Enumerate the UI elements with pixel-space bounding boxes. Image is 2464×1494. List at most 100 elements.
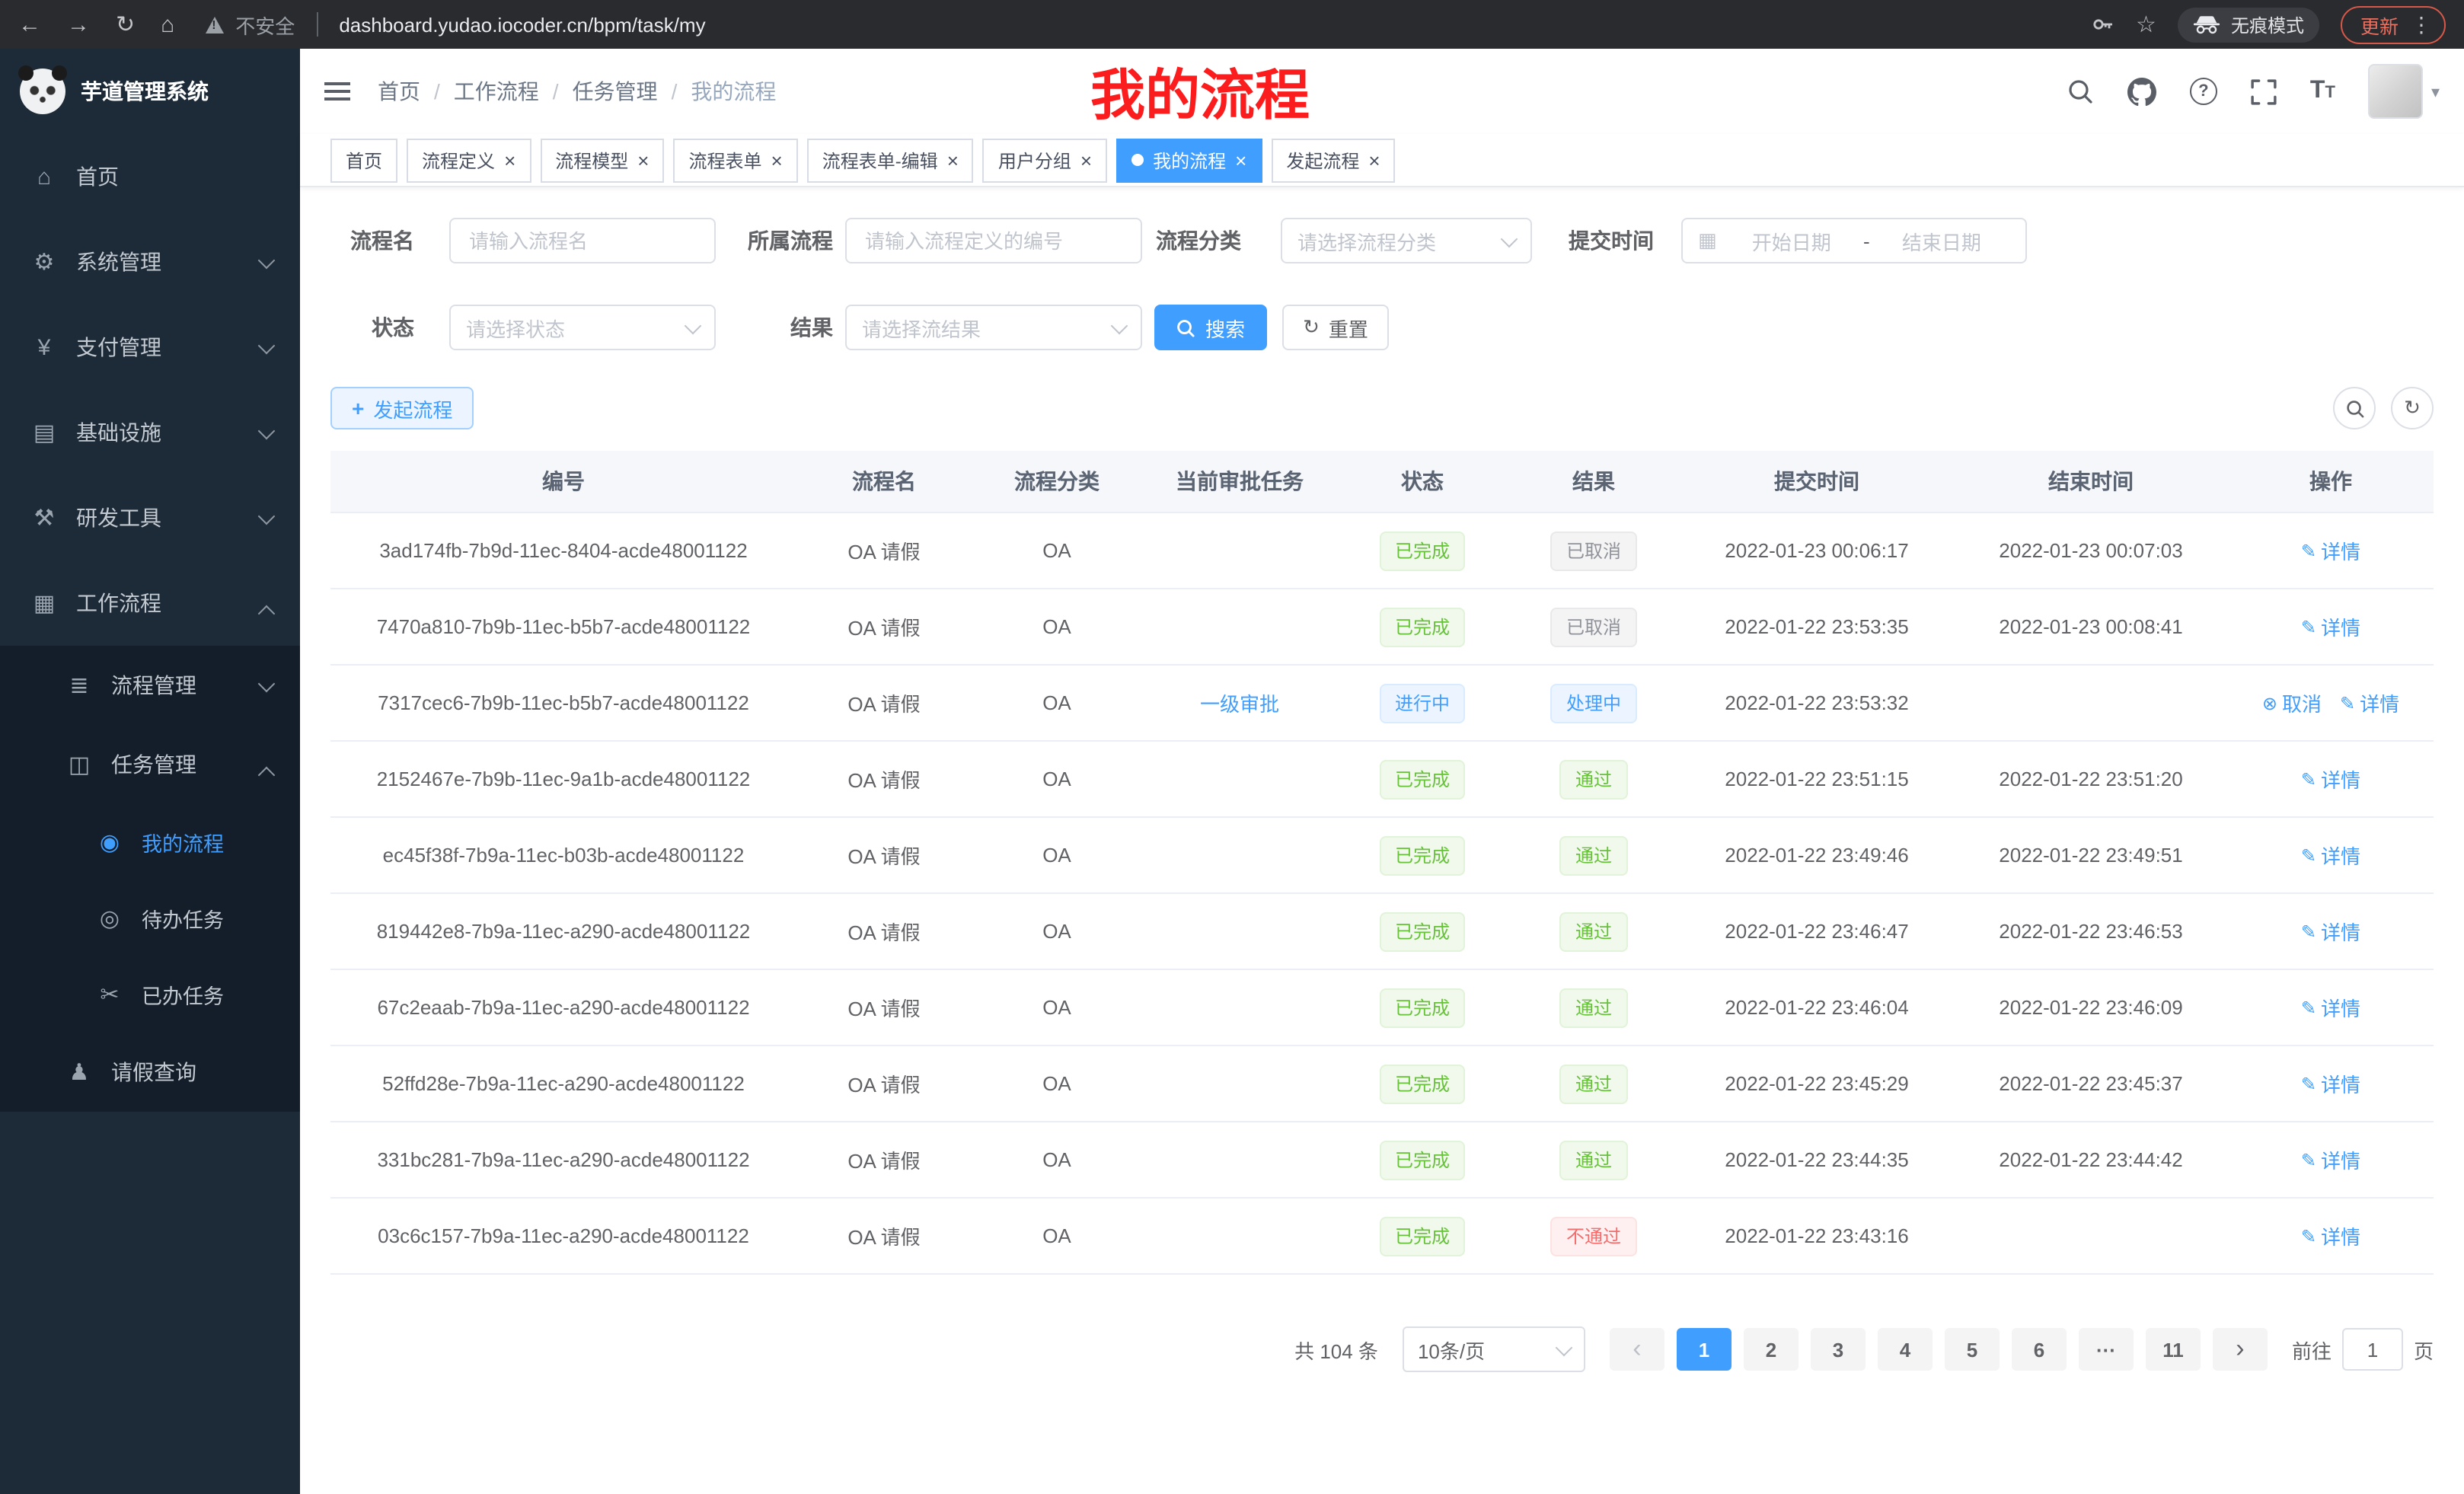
- cell-result: 已取消: [1508, 589, 1680, 665]
- page-button-6[interactable]: 6: [2012, 1328, 2067, 1371]
- breadcrumb-item[interactable]: 我的流程: [691, 76, 776, 107]
- detail-link[interactable]: ✎详情: [2301, 765, 2360, 793]
- password-key-icon[interactable]: [2090, 12, 2115, 37]
- sidebar-item-done-task[interactable]: ✂已办任务: [0, 956, 300, 1033]
- avatar[interactable]: [2369, 64, 2424, 119]
- toolbar-search-button[interactable]: [2333, 387, 2376, 429]
- sidebar-item-infrastructure[interactable]: ▤基础设施: [0, 390, 300, 475]
- update-button[interactable]: 更新 ⋮: [2341, 5, 2446, 43]
- close-icon[interactable]: ×: [504, 150, 515, 170]
- search-icon[interactable]: [2067, 78, 2094, 105]
- sidebar-item-leave-query[interactable]: ♟请假查询: [0, 1033, 300, 1112]
- result-select[interactable]: 请选择流结果: [845, 305, 1142, 350]
- detail-link[interactable]: ✎详情: [2301, 841, 2360, 870]
- sidebar-item-workflow[interactable]: ▦工作流程: [0, 560, 300, 646]
- create-process-button[interactable]: + 发起流程: [330, 387, 474, 429]
- tab-start-process[interactable]: 发起流程×: [1271, 138, 1395, 182]
- task-mgmt-icon: ◫: [65, 751, 93, 778]
- tab-user-group[interactable]: 用户分组 ×: [983, 138, 1107, 182]
- detail-link[interactable]: ✎详情: [2340, 688, 2399, 717]
- close-icon[interactable]: ×: [947, 150, 959, 170]
- sidebar-toggle-button[interactable]: [324, 49, 350, 134]
- current-task-link[interactable]: 一级审批: [1200, 693, 1279, 716]
- sidebar-item-devtools[interactable]: ⚒研发工具: [0, 475, 300, 560]
- cancel-link[interactable]: ⊗取消: [2262, 688, 2322, 717]
- cell-end-time: 2022-01-22 23:44:42: [1954, 1122, 2228, 1198]
- breadcrumb-item[interactable]: 工作流程: [454, 76, 539, 107]
- reset-button[interactable]: ↻ 重置: [1282, 305, 1389, 350]
- detail-link[interactable]: ✎详情: [2301, 612, 2360, 641]
- process-name-input[interactable]: [449, 218, 716, 263]
- app-logo[interactable]: 芋道管理系统: [0, 49, 300, 134]
- cell-category: OA: [972, 1198, 1142, 1274]
- detail-link[interactable]: ✎详情: [2301, 1069, 2360, 1098]
- sidebar-item-payment[interactable]: ¥支付管理: [0, 305, 300, 390]
- tab-process-model[interactable]: 流程模型×: [540, 138, 664, 182]
- close-icon[interactable]: ×: [1080, 150, 1092, 170]
- page-button-1[interactable]: 1: [1677, 1328, 1732, 1371]
- sidebar: 芋道管理系统 ⌂首页⚙系统管理¥支付管理▤基础设施⚒研发工具▦工作流程≣流程管理…: [0, 49, 300, 1494]
- close-icon[interactable]: ×: [1368, 150, 1380, 170]
- back-icon[interactable]: ←: [18, 13, 41, 36]
- breadcrumb-item[interactable]: 首页: [378, 76, 420, 107]
- font-size-icon[interactable]: TT: [2310, 78, 2335, 105]
- submit-time-range-picker[interactable]: ▦ 开始日期 - 结束日期: [1681, 218, 2027, 263]
- cell-id: 3ad174fb-7b9d-11ec-8404-acde48001122: [330, 512, 796, 589]
- next-page-button[interactable]: ›: [2213, 1328, 2268, 1371]
- page-button-3[interactable]: 3: [1811, 1328, 1866, 1371]
- close-icon[interactable]: ×: [771, 150, 783, 170]
- detail-link[interactable]: ✎详情: [2301, 1145, 2360, 1174]
- reload-icon[interactable]: ↻: [116, 13, 135, 36]
- address-bar[interactable]: 不安全 dashboard.yudao.iocoder.cn/bpm/task/…: [205, 10, 2090, 39]
- sidebar-item-todo-task[interactable]: ◎待办任务: [0, 880, 300, 956]
- sidebar-item-system[interactable]: ⚙系统管理: [0, 219, 300, 305]
- category-select[interactable]: 请选择流程分类: [1281, 218, 1532, 263]
- page-size-select[interactable]: 10条/页: [1403, 1326, 1585, 1372]
- bookmark-star-icon[interactable]: ☆: [2136, 13, 2156, 36]
- detail-link[interactable]: ✎详情: [2301, 536, 2360, 565]
- detail-link[interactable]: ✎详情: [2301, 1221, 2360, 1250]
- user-menu[interactable]: ▾: [2369, 64, 2440, 119]
- close-icon[interactable]: ×: [637, 150, 649, 170]
- tab-label: 用户分组: [998, 147, 1071, 173]
- help-icon[interactable]: ?: [2190, 78, 2217, 105]
- chrome-home-icon[interactable]: ⌂: [161, 13, 174, 36]
- cell-end-time: 2022-01-22 23:45:37: [1954, 1045, 2228, 1122]
- pagination-ellipsis[interactable]: ···: [2079, 1328, 2134, 1371]
- github-icon[interactable]: [2127, 77, 2156, 106]
- breadcrumb-item[interactable]: 任务管理: [573, 76, 658, 107]
- detail-link[interactable]: ✎详情: [2301, 917, 2360, 946]
- sidebar-item-task-mgmt[interactable]: ◫任务管理: [0, 725, 300, 804]
- sidebar-item-label: 研发工具: [76, 503, 161, 533]
- page-content: 流程名 所属流程 流程分类 请选择流程分类 提交时间 ▦ 开始日期 - 结束日期…: [300, 187, 2464, 1372]
- close-icon[interactable]: ×: [1235, 150, 1246, 170]
- cell-result: 通过: [1508, 741, 1680, 817]
- page-button-5[interactable]: 5: [1945, 1328, 2000, 1371]
- tab-home[interactable]: 首页: [330, 138, 397, 182]
- sidebar-item-my-process[interactable]: ◉我的流程: [0, 804, 300, 880]
- sidebar-item-home[interactable]: ⌂首页: [0, 134, 300, 219]
- tab-process-definition[interactable]: 流程定义×: [407, 138, 531, 182]
- menu-dots-icon[interactable]: ⋮: [2411, 11, 2432, 37]
- tab-process-form-edit[interactable]: 流程表单-编辑×: [807, 138, 974, 182]
- page-button-11[interactable]: 11: [2146, 1328, 2201, 1371]
- tab-my-process[interactable]: 我的流程×: [1116, 138, 1262, 182]
- page-button-2[interactable]: 2: [1744, 1328, 1799, 1371]
- goto-page-input[interactable]: [2342, 1328, 2403, 1371]
- search-button[interactable]: 搜索: [1154, 305, 1267, 350]
- action-label: 取消: [2282, 688, 2322, 717]
- toolbar-refresh-button[interactable]: ↻: [2391, 387, 2434, 429]
- tab-process-form[interactable]: 流程表单×: [673, 138, 797, 182]
- process-table: 编号流程名流程分类当前审批任务状态结果提交时间结束时间操作 3ad174fb-7…: [330, 451, 2434, 1275]
- detail-link[interactable]: ✎详情: [2301, 993, 2360, 1022]
- status-select[interactable]: 请选择状态: [449, 305, 716, 350]
- prev-page-button[interactable]: ‹: [1610, 1328, 1664, 1371]
- address-url[interactable]: dashboard.yudao.iocoder.cn/bpm/task/my: [339, 13, 705, 36]
- cell-submit-time: 2022-01-22 23:51:15: [1680, 741, 1954, 817]
- fullscreen-icon[interactable]: [2251, 78, 2277, 104]
- process-def-input[interactable]: [845, 218, 1142, 263]
- page-button-4[interactable]: 4: [1878, 1328, 1933, 1371]
- forward-icon[interactable]: →: [67, 13, 90, 36]
- cell-process-name: OA 请假: [796, 665, 972, 741]
- sidebar-item-process-mgmt[interactable]: ≣流程管理: [0, 646, 300, 725]
